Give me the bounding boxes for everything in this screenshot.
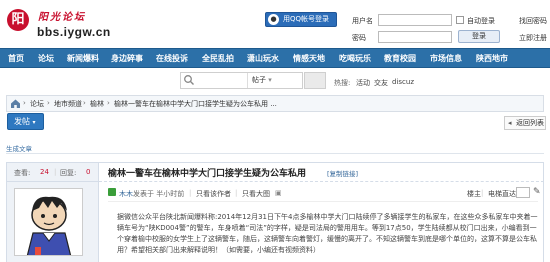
nav-complaints[interactable]: 在线投诉: [156, 49, 188, 68]
site-domain: bbs.iygw.cn: [37, 25, 111, 39]
site-name: 阳光论坛: [38, 12, 86, 23]
replies-label: 回复:: [60, 169, 77, 177]
online-status-icon: [108, 188, 116, 196]
hot-search-item[interactable]: 活动: [356, 78, 370, 88]
password-input[interactable]: [378, 31, 452, 43]
search-scope-label: 帖子: [252, 76, 266, 84]
nav-education[interactable]: 教育校园: [384, 49, 416, 68]
new-post-button[interactable]: 发帖 ▾: [7, 113, 44, 130]
nav-food-fun[interactable]: 吃喝玩乐: [339, 49, 371, 68]
nav-photos[interactable]: 全民乱拍: [202, 49, 234, 68]
meta-separator: |: [189, 189, 192, 197]
category-label[interactable]: 生成文章: [6, 143, 32, 153]
floor-label: 楼主: [467, 190, 481, 198]
breadcrumb-separator: ›: [23, 99, 26, 107]
avatar[interactable]: [14, 188, 83, 256]
image-icon: ▣: [275, 189, 282, 197]
stats-separator: |: [54, 168, 57, 176]
search-scope-select[interactable]: 帖子 ▾: [247, 73, 303, 88]
only-author-link[interactable]: 只看该作者: [196, 189, 231, 199]
nav-home[interactable]: 首页: [8, 49, 24, 68]
replies-count: 0: [86, 168, 91, 176]
breadcrumb-yulin[interactable]: 榆林: [90, 99, 104, 109]
meta-separator: |: [235, 189, 238, 197]
divider: [108, 201, 538, 202]
post-author[interactable]: 木木: [119, 189, 133, 199]
auto-login-checkbox[interactable]: [456, 16, 464, 24]
nav-news[interactable]: 新闻爆料: [67, 49, 99, 68]
search-icon: [184, 75, 194, 85]
breadcrumb-separator: ›: [83, 99, 86, 107]
thread-title: 榆林一警车在榆林中学大门口接学生疑为公车私用: [108, 169, 307, 179]
arrow-left-icon: ◂: [508, 119, 512, 127]
new-post-label: 发帖: [14, 117, 30, 126]
nav-forum[interactable]: 论坛: [38, 49, 54, 68]
hot-search-label: 热搜:: [334, 79, 351, 87]
breadcrumb-forum[interactable]: 论坛: [30, 99, 44, 109]
auto-login-label: 自动登录: [467, 17, 495, 25]
breadcrumb-city-channel[interactable]: 地市频道: [54, 99, 82, 109]
username-input[interactable]: [378, 14, 452, 26]
breadcrumb-separator: ›: [107, 99, 110, 107]
nav-emotion[interactable]: 情感天地: [293, 49, 325, 68]
copy-link-button[interactable]: [复制链接]: [327, 168, 358, 178]
views-count: 24: [40, 168, 49, 176]
only-large-image-link[interactable]: 只看大图: [242, 189, 270, 199]
site-logo[interactable]: 阳: [7, 9, 29, 31]
hot-search-item[interactable]: discuz: [392, 78, 414, 86]
breadcrumb-current-thread[interactable]: 榆林一警车在榆林中学大门口接学生疑为公车私用 ...: [114, 99, 277, 109]
divider: [6, 153, 544, 154]
username-label: 用户名: [352, 17, 373, 25]
pencil-icon[interactable]: ✎: [533, 187, 541, 197]
floor-number-input[interactable]: [516, 187, 530, 198]
post-time: 发表于 半小时前: [133, 190, 185, 198]
chevron-down-icon: ▾: [32, 119, 36, 126]
hot-search-item[interactable]: 交友: [374, 78, 388, 88]
nav-market[interactable]: 市场信息: [430, 49, 462, 68]
search-button[interactable]: [304, 72, 326, 89]
views-label: 查看:: [14, 169, 31, 177]
nav-travel[interactable]: 潇山玩水: [247, 49, 279, 68]
login-button[interactable]: 登录: [458, 30, 500, 43]
home-icon[interactable]: [10, 98, 21, 109]
nav-local-events[interactable]: 身边碎事: [111, 49, 143, 68]
post-content: 据微信公众平台陕北新闻爆料称:2014年12月31日下午4点多榆林中学大门口陆续…: [117, 213, 538, 254]
register-link[interactable]: 立即注册: [519, 33, 547, 43]
nav-shaanxi-cities[interactable]: 陕西地市: [476, 49, 508, 68]
meta-separator: |: [481, 189, 484, 197]
qq-penguin-icon: ●: [268, 14, 279, 25]
chevron-down-icon: ▾: [268, 76, 272, 84]
retrieve-password-link[interactable]: 找回密码: [519, 16, 547, 26]
main-nav: 首页 论坛 新闻爆料 身边碎事 在线投诉 全民乱拍 潇山玩水 情感天地 吃喝玩乐…: [0, 48, 550, 68]
jump-to-floor-label: 电梯直达: [488, 190, 516, 198]
password-label: 密码: [352, 34, 366, 42]
breadcrumb-separator: ›: [47, 99, 50, 107]
